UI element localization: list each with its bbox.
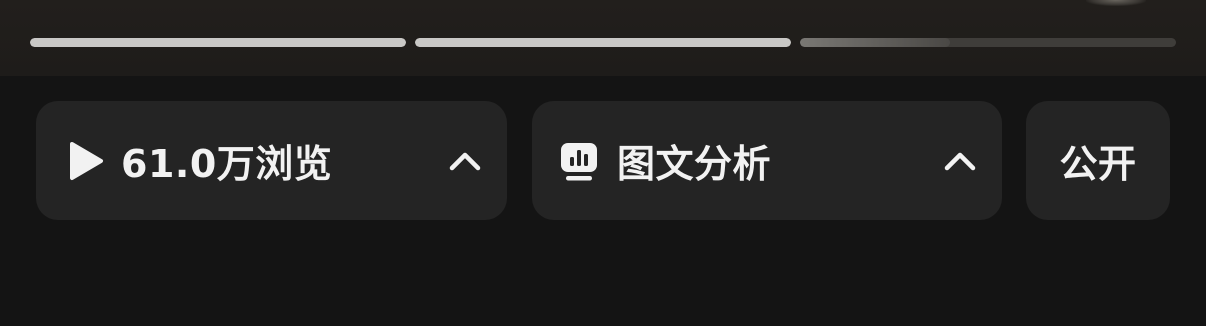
progress-fill (800, 38, 951, 47)
visibility-label: 公开 (1059, 142, 1137, 186)
screen: 61.0万浏览 图文分析 公开 (0, 0, 1206, 326)
progress-fill (415, 38, 791, 47)
play-icon (70, 142, 103, 180)
chart-icon (561, 143, 597, 181)
story-progress-segment[interactable] (800, 38, 1176, 47)
views-button[interactable]: 61.0万浏览 (36, 101, 507, 220)
story-progress-segment[interactable] (30, 38, 406, 47)
chevron-up-icon[interactable] (943, 150, 977, 172)
analysis-label: 图文分析 (617, 142, 772, 186)
media-thumbnail-edge (1086, 0, 1146, 6)
media-preview-strip (0, 0, 1206, 76)
analysis-button[interactable]: 图文分析 (532, 101, 1002, 220)
chevron-up-icon[interactable] (448, 150, 482, 172)
story-progress-segment[interactable] (415, 38, 791, 47)
visibility-button[interactable]: 公开 (1026, 101, 1170, 220)
progress-fill (30, 38, 406, 47)
views-count-label: 61.0万浏览 (121, 142, 333, 186)
